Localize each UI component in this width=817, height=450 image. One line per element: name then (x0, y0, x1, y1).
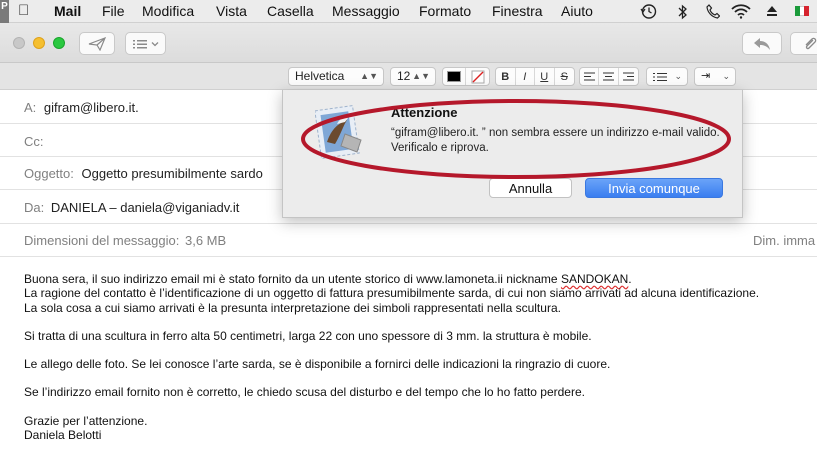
message-body[interactable]: Buona sera, il suo indirizzo email mi è … (24, 272, 759, 442)
zoom-window-button[interactable] (53, 37, 65, 49)
message-size-field: Dimensioni del messaggio: 3,6 MB (24, 233, 226, 248)
header-fields-menu-button[interactable] (125, 32, 166, 55)
indent-select[interactable]: ⇥ ⌄ (694, 67, 736, 86)
menu-file[interactable]: File (102, 3, 125, 20)
time-machine-icon[interactable] (640, 3, 657, 20)
subject-label: Oggetto: (24, 166, 74, 181)
highlight-ellipse (301, 99, 731, 179)
menu-vista[interactable]: Vista (216, 3, 247, 20)
text-color-button[interactable] (443, 68, 467, 85)
from-value[interactable]: DANIELA – daniela@viganiadv.it (51, 200, 240, 215)
text-color-swatch (447, 71, 461, 82)
select-stepper-icon: ▲▼ (412, 71, 430, 81)
bullet-list-icon (653, 72, 667, 81)
select-stepper-icon: ▲▼ (360, 71, 378, 81)
reply-button[interactable] (742, 32, 782, 55)
body-line: Si tratta di una scultura in ferro alta … (24, 328, 592, 343)
body-line: Grazie per l’attenzione. (24, 413, 148, 428)
menu-bar: P  Mail File Modifica Vista Casella Mes… (0, 0, 817, 23)
body-line: Se l’indirizzo email fornito non è corre… (24, 385, 585, 400)
align-center-icon (603, 72, 615, 81)
window-toolbar (0, 23, 817, 63)
underline-button[interactable]: U (535, 68, 555, 85)
image-size-label: Dim. imma (753, 233, 816, 248)
align-center-button[interactable] (599, 68, 619, 85)
cc-field[interactable]: Cc: (24, 134, 44, 149)
from-field[interactable]: Da: DANIELA – daniela@viganiadv.it (24, 200, 239, 215)
text-style-controls: B I U S (495, 67, 575, 86)
from-label: Da: (24, 200, 45, 215)
menu-formato[interactable]: Formato (419, 3, 471, 20)
font-family-value: Helvetica (295, 69, 345, 83)
chevron-down-icon: ⌄ (674, 71, 682, 81)
minimize-window-button[interactable] (33, 37, 45, 49)
to-field[interactable]: A: gifram@libero.it. (24, 100, 139, 115)
phone-icon[interactable] (706, 4, 720, 19)
to-label: A: (24, 100, 37, 115)
left-badge: P (0, 0, 9, 23)
menu-messaggio[interactable]: Messaggio (332, 3, 400, 20)
message-size-value: 3,6 MB (184, 233, 227, 248)
body-line: La ragione del contatto è l’identificazi… (24, 286, 760, 301)
no-color-icon (471, 70, 484, 83)
format-bar: Helvetica ▲▼ 12 ▲▼ B I U S ⌄ ⇥ ⌄ (0, 63, 817, 90)
menu-aiuto[interactable]: Aiuto (561, 3, 593, 20)
reply-arrow-icon (754, 37, 770, 50)
eject-icon[interactable] (766, 5, 778, 17)
cancel-button[interactable]: Annulla (489, 178, 572, 198)
menu-finestra[interactable]: Finestra (492, 3, 543, 20)
wifi-icon[interactable] (731, 4, 751, 19)
message-size-label: Dimensioni del messaggio: (24, 233, 180, 248)
align-left-button[interactable] (580, 68, 600, 85)
send-anyway-button[interactable]: Invia comunque (585, 178, 723, 198)
body-line: Daniela Belotti (24, 428, 102, 443)
flag-italy-icon[interactable] (795, 6, 810, 16)
image-size-control[interactable]: Dim. imma (753, 233, 815, 248)
background-color-button[interactable] (466, 68, 489, 85)
align-right-button[interactable] (619, 68, 638, 85)
alignment-controls (579, 67, 639, 86)
font-family-select[interactable]: Helvetica ▲▼ (288, 67, 384, 86)
cc-label: Cc: (24, 134, 44, 149)
italic-button[interactable]: I (516, 68, 535, 85)
send-icon (88, 36, 106, 51)
strikethrough-button[interactable]: S (555, 68, 574, 85)
attachment-button[interactable] (790, 32, 817, 55)
menu-app-name[interactable]: Mail (54, 3, 81, 20)
font-size-select[interactable]: 12 ▲▼ (390, 67, 436, 86)
divider (0, 223, 817, 224)
indent-icon: ⇥ (701, 70, 711, 82)
menu-modifica[interactable]: Modifica (142, 3, 194, 20)
list-fields-icon (132, 39, 158, 48)
subject-field[interactable]: Oggetto: Oggetto presumibilmente sardo (24, 166, 263, 181)
divider (0, 256, 817, 257)
font-size-value: 12 (397, 69, 411, 83)
align-left-icon (583, 72, 595, 81)
body-line: Buona sera, il suo indirizzo email mi è … (24, 272, 632, 286)
paperclip-icon (805, 37, 817, 49)
menu-casella[interactable]: Casella (267, 3, 314, 20)
color-controls (442, 67, 490, 86)
to-value[interactable]: gifram@libero.it. (44, 100, 139, 115)
close-window-button[interactable] (13, 37, 25, 49)
align-right-icon (622, 72, 634, 81)
body-line: La sola cosa a cui siamo arrivati è la p… (24, 300, 561, 315)
send-button[interactable] (79, 32, 115, 55)
apple-icon[interactable]:  (18, 3, 29, 19)
bluetooth-icon[interactable] (677, 4, 689, 20)
misspelled-word: SANDOKAN (560, 272, 629, 286)
bold-button[interactable]: B (496, 68, 516, 85)
body-line: Le allego delle foto. Se lei conosce l’a… (24, 357, 611, 372)
chevron-down-icon: ⌄ (722, 71, 730, 81)
subject-value[interactable]: Oggetto presumibilmente sardo (82, 166, 263, 181)
list-style-select[interactable]: ⌄ (646, 67, 688, 86)
